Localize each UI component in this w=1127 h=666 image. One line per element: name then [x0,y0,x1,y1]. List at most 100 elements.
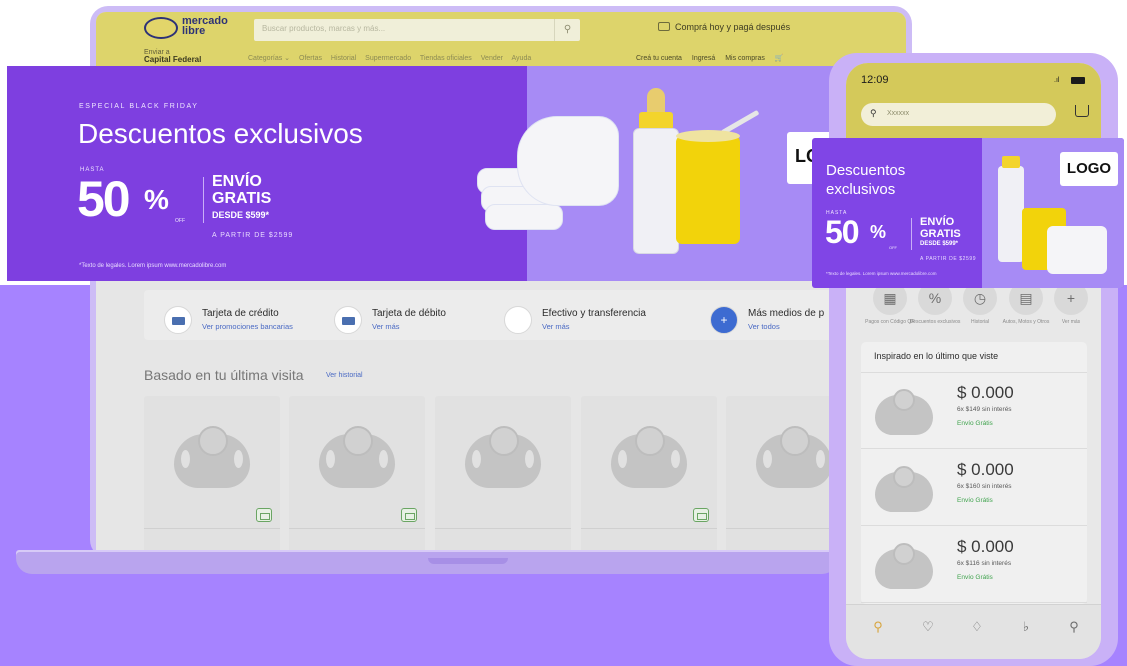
pacifier-image [611,426,687,488]
nav-categorias[interactable]: Categorías ⌄ [248,55,290,62]
cart-icon[interactable]: 🛒 [775,55,784,62]
location-selector[interactable]: Enviar a Capital Federal [144,49,201,64]
laptop-notch [428,558,508,564]
free-shipping-icon [256,508,272,522]
banner-percent-sign: % [144,184,169,215]
free-shipping-icon [693,508,709,522]
payment-title: Efectivo y transferencia [542,308,646,319]
phone-banner-a-partir: A PARTIR DE $2599 [920,256,977,262]
phone-banner-gratis: GRATIS [920,228,961,240]
item-installments: 6x $116 sin interés [957,560,1012,567]
payment-link[interactable]: Ver todos [748,322,780,331]
search-input[interactable]: Buscar productos, marcas y más... ⚲ [254,19,580,41]
item-price: $ 0.000 [957,460,1014,479]
baby-bottle-image [633,88,679,256]
product-card[interactable] [144,396,280,550]
brand-logo-placeholder: LOGO [1060,152,1118,186]
baby-bottle-image [998,156,1024,262]
pacifier-image [875,543,933,589]
cash-icon [504,306,532,334]
nav-ofertas[interactable]: Ofertas [299,55,322,62]
payment-methods-bar: Tarjeta de crédito Ver promociones banca… [144,290,906,340]
phone-banner-title-1: Descuentos [826,162,906,179]
shortcuts-row: ▦ Pagos con Código QR % Descuentos exclu… [846,281,1101,341]
item-price: $ 0.000 [957,383,1014,402]
list-item[interactable]: $ 0.000 6x $149 sin interés Envío Grátis [861,373,1087,449]
payment-title: Tarjeta de débito [372,308,446,319]
nav-tiendas-oficiales[interactable]: Tiendas oficiales [420,55,472,62]
cart-icon[interactable] [1075,105,1089,117]
item-installments: 6x $160 sin interés [957,483,1012,490]
phone-search-input[interactable]: ⚲ Xxxxxx [861,103,1056,126]
banner-kicker: ESPECIAL BLACK FRIDAY [79,103,199,110]
phone-black-friday-banner[interactable]: Descuentos exclusivos HASTA 50 % OFF ENV… [812,138,1124,288]
list-item[interactable]: $ 0.000 6x $160 sin interés Envío Grátis [861,450,1087,526]
product-card[interactable] [581,396,717,550]
shortcut-label: Historial [970,319,990,325]
item-shipping: Envío Grátis [957,497,993,504]
tag-icon[interactable]: ♢ [968,619,986,635]
product-card[interactable] [289,396,425,550]
user-nav: Creá tu cuenta Ingresá Mis compras 🛒 [636,54,792,62]
promo-link[interactable]: Comprá hoy y pagá después [658,22,790,32]
nav-supermercado[interactable]: Supermercado [365,55,411,62]
payment-link[interactable]: Ver promociones bancarias [202,322,293,331]
banner-legal: *Texto de legales. Lorem ipsum www.merca… [79,263,227,269]
logo-text: mercado libre [182,15,228,37]
banner-a-partir: A PARTIR DE $2599 [212,232,294,239]
pacifier-image [756,426,832,488]
divider [144,528,280,529]
heart-icon[interactable]: ♡ [919,619,937,635]
plus-icon: + [710,306,738,334]
search-placeholder: Buscar productos, marcas y más... [262,24,386,33]
pacifier-image [875,389,933,435]
battery-icon [1071,77,1085,84]
phone-search-placeholder: Xxxxxx [887,110,910,117]
bell-icon[interactable]: ♭ [1017,619,1035,635]
product-carousel [144,396,906,550]
shortcut-label: Ver más [1061,319,1081,325]
phone-banner-title-2: exclusivos [826,181,896,198]
wallet-icon [658,22,670,31]
pacifier-image [875,466,933,512]
signal-icon: .ıl [1054,77,1060,84]
phone-banner-percent-sign: % [870,222,887,242]
view-history-link[interactable]: Ver historial [326,372,363,379]
section-title: Basado en tu última visita [144,367,304,383]
phone-banner-legal: *Texto de legales. Lorem ipsum www.merca… [826,271,937,276]
product-card[interactable] [435,396,571,550]
search-icon[interactable]: ⚲ [869,619,887,635]
free-shipping-icon [401,508,417,522]
login-link[interactable]: Ingresá [692,55,715,62]
item-shipping: Envío Grátis [957,420,993,427]
pacifier-image [174,426,250,488]
phone-banner-envio: ENVÍO [920,216,955,228]
nav-historial[interactable]: Historial [331,55,356,62]
mercadolibre-logo-icon[interactable] [144,17,178,39]
credit-card-icon [164,306,192,334]
list-item[interactable]: $ 0.000 6x $116 sin interés Envío Grátis [861,527,1087,603]
ml-header: mercado libre Buscar productos, marcas y… [96,12,906,70]
item-price: $ 0.000 [957,537,1014,556]
banner-desde: DESDE $599* [212,210,270,220]
banner-envio: ENVÍO [212,173,262,190]
payment-link[interactable]: Ver más [372,322,400,331]
user-icon[interactable]: ⚲ [1065,619,1083,635]
create-account-link[interactable]: Creá tu cuenta [636,55,682,62]
item-shipping: Envío Grátis [957,574,993,581]
banner-gratis: GRATIS [212,190,272,207]
my-purchases-link[interactable]: Mis compras [725,55,765,62]
search-icon[interactable]: ⚲ [554,19,580,41]
payment-link[interactable]: Ver más [542,322,570,331]
item-installments: 6x $149 sin interés [957,406,1012,413]
banner-off: OFF [175,218,185,224]
pacifier-image [465,426,541,488]
nav-vender[interactable]: Vender [481,55,503,62]
banner-separator [203,177,204,223]
banner-percent: 50 [77,171,131,227]
phone-banner-desde: DESDE $599* [920,241,959,247]
divider [289,528,425,529]
nav-ayuda[interactable]: Ayuda [512,55,532,62]
diapers-image [1047,226,1107,274]
black-friday-banner[interactable]: ESPECIAL BLACK FRIDAY Descuentos exclusi… [7,66,887,281]
